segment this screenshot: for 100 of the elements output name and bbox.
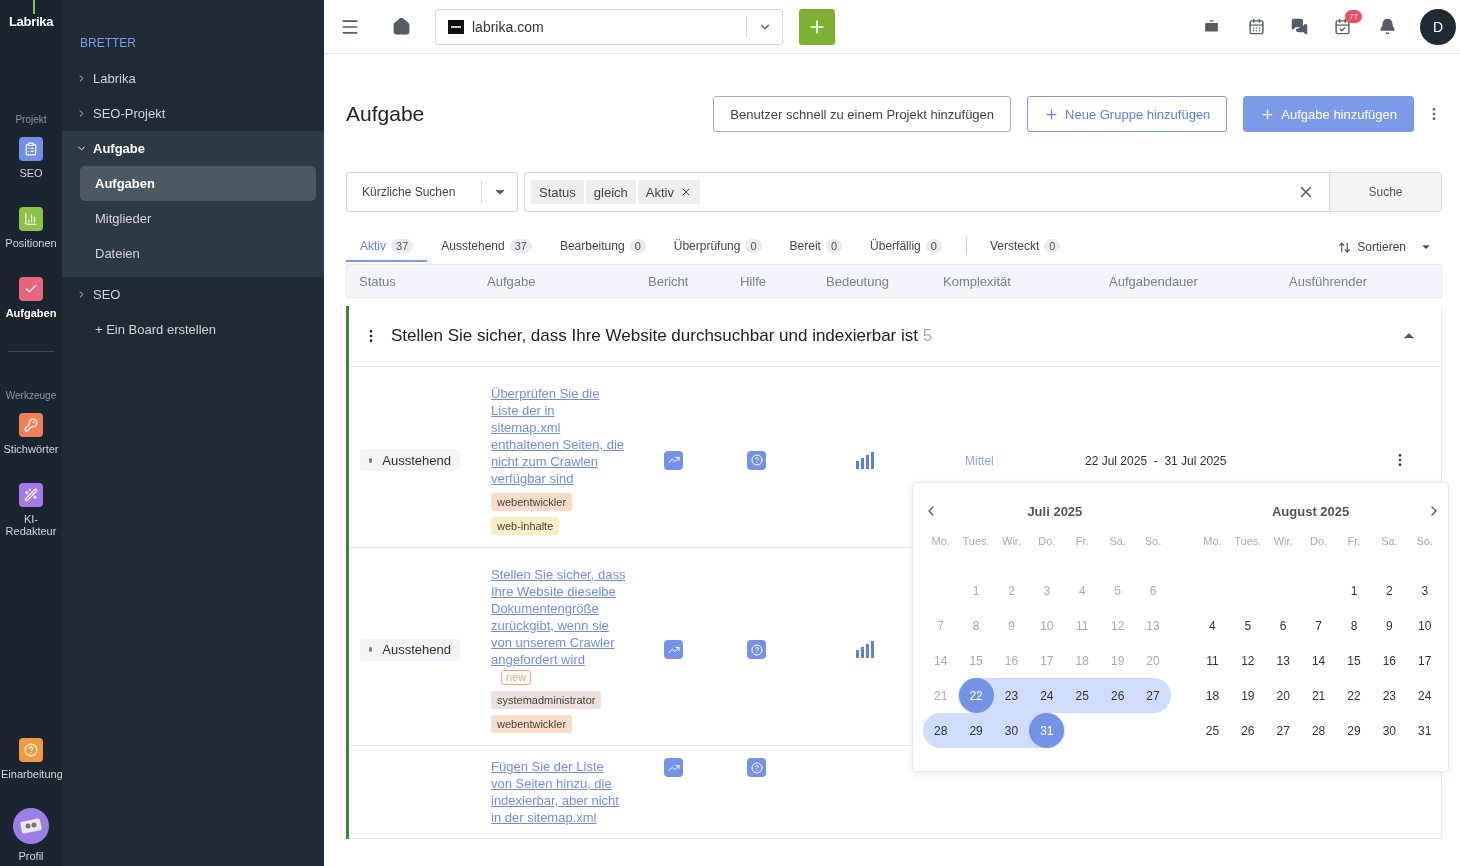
calendar-day[interactable]: 29: [958, 713, 994, 748]
calendar-day[interactable]: 27: [1265, 713, 1301, 748]
calendar-day[interactable]: 22: [1336, 678, 1372, 713]
calendar-day[interactable]: 24: [1029, 678, 1065, 713]
calendar-day[interactable]: 26: [1100, 678, 1136, 713]
calendar-day[interactable]: 28: [923, 713, 959, 748]
calendar-day[interactable]: 2: [1371, 573, 1407, 608]
calendar-day[interactable]: 27: [1135, 678, 1171, 713]
calendar-day[interactable]: 30: [993, 713, 1029, 748]
rail-item[interactable]: Einarbeitung: [0, 738, 62, 796]
calendar-day[interactable]: 25: [1194, 713, 1230, 748]
status-tab[interactable]: Bearbeitung 0: [545, 232, 660, 262]
column-header: Komplexität: [943, 273, 1012, 289]
status-pill[interactable]: Ausstehend: [360, 449, 460, 471]
recent-searches-select[interactable]: Kürzliche Suchen: [346, 172, 518, 212]
check-icon: [19, 277, 43, 301]
calendar-day[interactable]: 13: [1265, 643, 1301, 678]
remove-icon: [680, 186, 692, 198]
calendar-day[interactable]: 26: [1230, 713, 1266, 748]
column-header: Bericht: [648, 273, 690, 289]
report-icon[interactable]: [664, 758, 683, 777]
status-tab[interactable]: Bereit 0: [775, 232, 857, 262]
rail-item[interactable]: KI-Redakteur: [0, 483, 62, 541]
filter-chip[interactable]: Status: [531, 180, 584, 204]
filter-chip[interactable]: gleich: [585, 180, 636, 204]
rail-item[interactable]: Stichwörter: [0, 413, 62, 471]
tasks-icon[interactable]: [1334, 18, 1351, 35]
calendar-day[interactable]: 29: [1336, 713, 1372, 748]
status-tab[interactable]: Ausstehend 37: [427, 232, 546, 262]
calendar-day[interactable]: 20: [1265, 678, 1301, 713]
page-title: Aufgabe: [346, 102, 426, 126]
calendar-day[interactable]: 6: [1265, 608, 1301, 643]
calendar-day[interactable]: 28: [1301, 713, 1337, 748]
calendar-day[interactable]: 16: [1371, 643, 1407, 678]
calendar-day[interactable]: 15: [1336, 643, 1372, 678]
tab-count: 37: [391, 239, 414, 253]
filter-field[interactable]: Status gleich Aktiv Suche: [524, 172, 1442, 212]
rail-item[interactable]: Profil: [0, 808, 62, 866]
action-button[interactable]: Benutzer schnell zu einem Projekt hinzufügen: [713, 96, 1012, 132]
wand-icon: [19, 483, 43, 507]
chat-icon[interactable]: [1291, 18, 1308, 35]
weekday-label: Fr.: [1346, 534, 1362, 549]
calendar-day[interactable]: 3: [1407, 573, 1443, 608]
calendar-icon[interactable]: [1248, 18, 1265, 35]
calendar-day[interactable]: 19: [1230, 678, 1266, 713]
logo: Labrika: [8, 14, 54, 30]
calendar-day[interactable]: 24: [1407, 678, 1443, 713]
status-tab[interactable]: Überfällig 0: [856, 232, 956, 262]
status-tab[interactable]: Überprüfung 0: [659, 232, 776, 262]
date-range: 22 Jul 2025 - 31 Jul 2025: [1085, 454, 1227, 468]
calendar-day[interactable]: 23: [1371, 678, 1407, 713]
weekday-label: Do.: [1309, 534, 1329, 549]
calendar-day[interactable]: 4: [1194, 608, 1230, 643]
avatar-icon: [13, 808, 49, 844]
calendar-day[interactable]: 30: [1371, 713, 1407, 748]
board-subitem[interactable]: Aufgaben: [80, 166, 316, 201]
weekday-label: Do.: [1037, 534, 1057, 549]
calendar-day[interactable]: 31: [1407, 713, 1443, 748]
user-avatar[interactable]: D: [1420, 8, 1456, 45]
sort-button[interactable]: Sortieren: [1338, 240, 1442, 254]
rail-item[interactable]: Positionen: [0, 207, 62, 265]
calendar-day[interactable]: 18: [1194, 678, 1230, 713]
calendar-day[interactable]: 12: [1230, 643, 1266, 678]
board-item[interactable]: Aufgabe: [62, 131, 324, 166]
board-subitem[interactable]: Dateien: [80, 236, 316, 271]
calendar-day[interactable]: 17: [1407, 643, 1443, 678]
create-board-link[interactable]: + Ein Board erstellen: [62, 312, 324, 347]
report-icon[interactable]: [664, 640, 683, 659]
calendar-day[interactable]: 5: [1230, 608, 1266, 643]
weekday-label: Wir.: [1001, 534, 1022, 549]
calendar-day[interactable]: 7: [1301, 608, 1337, 643]
calendar-day[interactable]: 21: [1301, 678, 1337, 713]
home-icon[interactable]: [392, 17, 411, 36]
rail-item[interactable]: Aufgaben: [0, 277, 62, 335]
board-item[interactable]: SEO-Projekt: [62, 96, 324, 131]
bell-icon[interactable]: [1379, 18, 1396, 35]
calendar-day[interactable]: 25: [1064, 678, 1100, 713]
calendar-day[interactable]: 1: [1336, 573, 1372, 608]
board-subitem[interactable]: Mitglieder: [80, 201, 316, 236]
briefcase-icon[interactable]: [1203, 18, 1220, 35]
month-title: Juli 2025: [1026, 503, 1084, 519]
calendar-day[interactable]: 9: [1371, 608, 1407, 643]
rail-item[interactable]: SEO: [0, 137, 62, 195]
site-select[interactable]: labrika.com: [435, 8, 783, 45]
help-icon[interactable]: [747, 450, 766, 470]
search-button[interactable]: Suche: [1329, 173, 1441, 211]
calendar-day[interactable]: 11: [1194, 643, 1230, 678]
weekday-label: Tues.: [1233, 534, 1263, 549]
action-button[interactable]: Neue Gruppe hinzufügen: [1027, 96, 1228, 132]
status-tab[interactable]: Aktiv 37: [346, 232, 428, 262]
calendar-day[interactable]: 10: [1407, 608, 1443, 643]
calendar-day[interactable]: 14: [1301, 643, 1337, 678]
board-item[interactable]: SEO: [62, 277, 324, 312]
status-pill[interactable]: Ausstehend: [360, 638, 460, 661]
signal-bars-icon: [856, 641, 874, 658]
calendar-day[interactable]: 23: [993, 678, 1029, 713]
filter-chip[interactable]: Aktiv: [637, 180, 700, 204]
report-icon[interactable]: [664, 450, 683, 470]
board-item[interactable]: Labrika: [62, 61, 324, 96]
calendar-day[interactable]: 8: [1336, 608, 1372, 643]
